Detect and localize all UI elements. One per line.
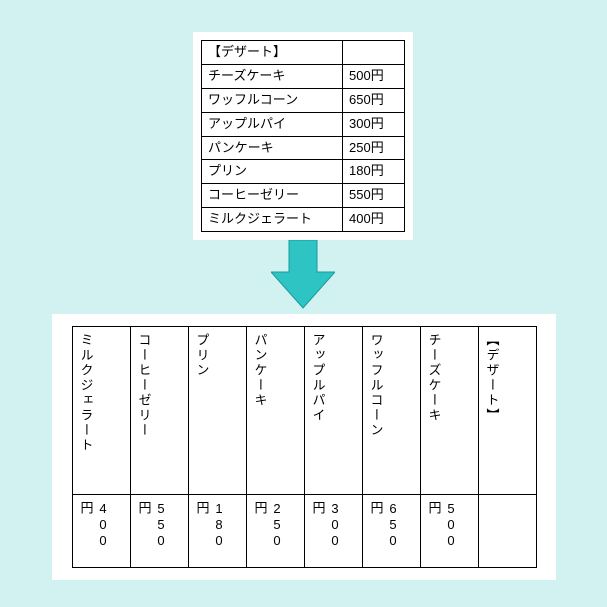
item-price-cell: 400円 xyxy=(72,495,130,568)
table-row: パンケーキ 250円 xyxy=(202,136,405,160)
item-name-cell: アップルパイ xyxy=(304,327,362,495)
item-price-cell: 300円 xyxy=(304,495,362,568)
item-name: ワッフルコーン xyxy=(202,88,343,112)
item-name: アップルパイ xyxy=(202,112,343,136)
item-price: 250円 xyxy=(343,136,405,160)
item-name-cell: プリン xyxy=(188,327,246,495)
dessert-table-transposed: ミルクジェラート コーヒーゼリー プリン パンケーキ アップルパイ ワッフルコー… xyxy=(72,326,537,568)
item-name-row: ミルクジェラート コーヒーゼリー プリン パンケーキ アップルパイ ワッフルコー… xyxy=(72,327,536,495)
item-price: 500円 xyxy=(343,64,405,88)
item-price: 400円 xyxy=(343,208,405,232)
dessert-table-vertical: 【デザート】 チーズケーキ 500円 ワッフルコーン 650円 アップルパイ 3… xyxy=(201,40,405,232)
item-price-cell: 650円 xyxy=(362,495,420,568)
item-price-cell: 250円 xyxy=(246,495,304,568)
item-price-cell: 500円 xyxy=(420,495,478,568)
item-price-cell: 180円 xyxy=(188,495,246,568)
item-name-cell: パンケーキ xyxy=(246,327,304,495)
transposed-table-panel: ミルクジェラート コーヒーゼリー プリン パンケーキ アップルパイ ワッフルコー… xyxy=(52,314,556,580)
table-row: コーヒーゼリー 550円 xyxy=(202,184,405,208)
item-price: 180円 xyxy=(343,160,405,184)
item-price-cell: 550円 xyxy=(130,495,188,568)
table-row: ワッフルコーン 650円 xyxy=(202,88,405,112)
item-price: 550円 xyxy=(343,184,405,208)
item-price: 650円 xyxy=(343,88,405,112)
table-row: ミルクジェラート 400円 xyxy=(202,208,405,232)
item-name-cell: ワッフルコーン xyxy=(362,327,420,495)
transform-arrow-icon xyxy=(271,240,335,310)
table-row: プリン 180円 xyxy=(202,160,405,184)
item-name: チーズケーキ xyxy=(202,64,343,88)
item-name: コーヒーゼリー xyxy=(202,184,343,208)
table-header-row: 【デザート】 xyxy=(202,41,405,65)
original-table-panel: 【デザート】 チーズケーキ 500円 ワッフルコーン 650円 アップルパイ 3… xyxy=(193,32,413,240)
empty-price-cell xyxy=(478,495,536,568)
item-price: 300円 xyxy=(343,112,405,136)
item-price-row: 400円 550円 180円 250円 300円 650円 500円 xyxy=(72,495,536,568)
item-name: パンケーキ xyxy=(202,136,343,160)
table-row: チーズケーキ 500円 xyxy=(202,64,405,88)
empty-price-header xyxy=(343,41,405,65)
category-header-cell: 【デザート】 xyxy=(478,327,536,495)
item-name-cell: チーズケーキ xyxy=(420,327,478,495)
item-name: プリン xyxy=(202,160,343,184)
item-name-cell: コーヒーゼリー xyxy=(130,327,188,495)
item-name-cell: ミルクジェラート xyxy=(72,327,130,495)
item-name: ミルクジェラート xyxy=(202,208,343,232)
category-header: 【デザート】 xyxy=(202,41,343,65)
table-row: アップルパイ 300円 xyxy=(202,112,405,136)
